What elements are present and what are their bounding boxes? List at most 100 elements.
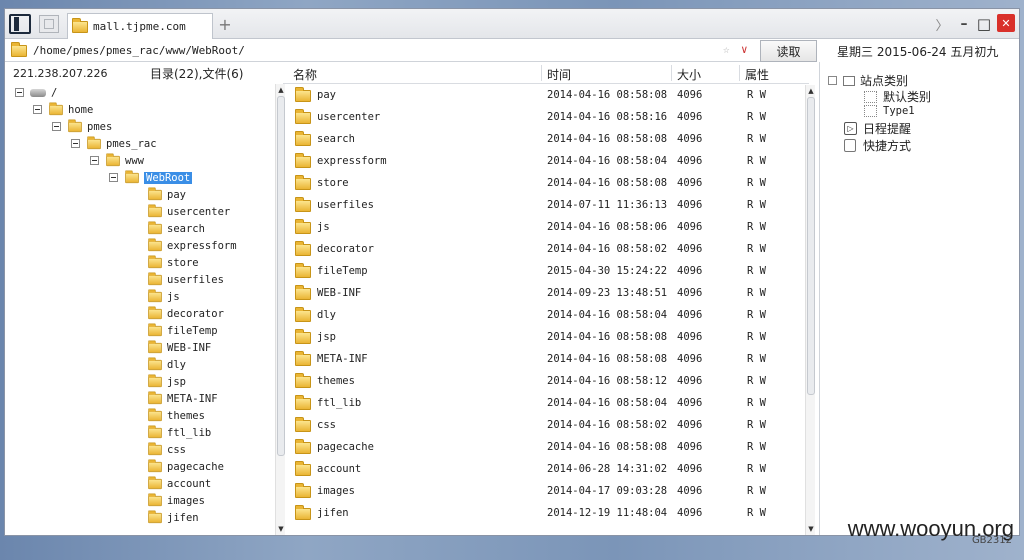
file-size: 4096	[677, 375, 703, 387]
tree-node-child[interactable]: account	[147, 475, 211, 492]
tree-node-home[interactable]: home	[33, 101, 93, 118]
tree-node-child[interactable]: WEB-INF	[147, 339, 211, 356]
panel-toggle-icon[interactable]	[9, 14, 31, 34]
chevron-down-icon[interactable]: ∨	[741, 43, 748, 56]
tree-node-child[interactable]: userfiles	[147, 271, 224, 288]
tree-label-selected: WebRoot	[144, 171, 193, 184]
tree-node-www[interactable]: www	[90, 152, 144, 169]
tree-node-site-category[interactable]: 站点类别	[828, 72, 908, 89]
tree-node-pmes-rac[interactable]: pmes_rac	[71, 135, 157, 152]
table-row[interactable]: jsp 2014-04-16 08:58:08 4096 R W	[283, 327, 805, 349]
tree-node-child[interactable]: images	[147, 492, 205, 509]
tree-node-child[interactable]: jsp	[147, 373, 186, 390]
table-row[interactable]: themes 2014-04-16 08:58:12 4096 R W	[283, 371, 805, 393]
list-scrollbar[interactable]: ▲ ▼	[805, 85, 815, 535]
star-icon[interactable]: ☆	[723, 43, 730, 56]
add-tab-button[interactable]: +	[217, 15, 233, 34]
collapse-icon[interactable]	[828, 76, 837, 85]
file-size: 4096	[677, 397, 703, 409]
scroll-up-icon[interactable]: ▲	[807, 87, 815, 95]
drive-icon	[30, 88, 46, 97]
tab-mall[interactable]: mall.tjpme.com	[67, 13, 213, 39]
tree-node-pmes[interactable]: pmes	[52, 118, 112, 135]
tree-label: decorator	[167, 307, 224, 320]
file-attr: R W	[747, 111, 766, 123]
collapse-icon[interactable]	[33, 105, 42, 114]
table-row[interactable]: search 2014-04-16 08:58:08 4096 R W	[283, 129, 805, 151]
tree-node-child[interactable]: themes	[147, 407, 205, 424]
table-row[interactable]: js 2014-04-16 08:58:06 4096 R W	[283, 217, 805, 239]
new-tab-icon[interactable]	[39, 15, 59, 33]
table-row[interactable]: ftl_lib 2014-04-16 08:58:04 4096 R W	[283, 393, 805, 415]
col-attr[interactable]: 属性	[745, 66, 769, 83]
tree-node-webroot[interactable]: WebRoot	[109, 169, 193, 186]
collapse-icon[interactable]	[15, 88, 24, 97]
file-attr: R W	[747, 133, 766, 145]
tree-node-child[interactable]: jifen	[147, 509, 199, 526]
collapse-icon[interactable]	[52, 122, 61, 131]
forward-icon[interactable]: 〉	[935, 15, 949, 34]
folder-icon	[295, 109, 311, 124]
file-time: 2014-06-28 14:31:02	[547, 463, 668, 475]
scroll-down-icon[interactable]: ▼	[807, 525, 815, 533]
tree-node-child[interactable]: usercenter	[147, 203, 230, 220]
folder-icon	[148, 509, 162, 523]
file-time: 2014-04-17 09:03:28	[547, 485, 668, 497]
tree-node-child[interactable]: search	[147, 220, 205, 237]
folder-icon	[148, 424, 162, 438]
tree-node-child[interactable]: js	[147, 288, 180, 305]
scroll-thumb[interactable]	[807, 97, 815, 395]
tree-node-child[interactable]: fileTemp	[147, 322, 218, 339]
minimize-button[interactable]: –	[957, 15, 971, 33]
tree-node-child[interactable]: pay	[147, 186, 186, 203]
maximize-button[interactable]: □	[977, 15, 991, 33]
table-row[interactable]: usercenter 2014-04-16 08:58:16 4096 R W	[283, 107, 805, 129]
tree-node-child[interactable]: css	[147, 441, 186, 458]
tree-node-child[interactable]: dly	[147, 356, 186, 373]
col-size[interactable]: 大小	[677, 66, 701, 83]
tree-node-child[interactable]: store	[147, 254, 199, 271]
tree-node-default-category[interactable]: 默认类别	[864, 88, 931, 105]
read-button[interactable]: 读取	[760, 40, 817, 62]
tree-node-root[interactable]: /	[15, 84, 57, 101]
collapse-icon[interactable]	[90, 156, 99, 165]
close-button[interactable]: ✕	[997, 14, 1015, 32]
tree-node-type1[interactable]: Type1	[864, 105, 915, 117]
file-manager-window: mall.tjpme.com + 〉 – □ ✕ /home/pmes/pmes…	[4, 8, 1020, 536]
tree-node-shortcuts[interactable]: 快捷方式	[844, 137, 911, 154]
collapse-icon[interactable]	[71, 139, 80, 148]
table-row[interactable]: jifen 2014-12-19 11:48:04 4096 R W	[283, 503, 805, 525]
table-row[interactable]: WEB-INF 2014-09-23 13:48:51 4096 R W	[283, 283, 805, 305]
folder-icon	[295, 131, 311, 146]
folder-icon	[295, 153, 311, 168]
collapse-icon[interactable]	[109, 173, 118, 182]
table-row[interactable]: images 2014-04-17 09:03:28 4096 R W	[283, 481, 805, 503]
file-size: 4096	[677, 463, 703, 475]
table-row[interactable]: pay 2014-04-16 08:58:08 4096 R W	[283, 85, 805, 107]
table-row[interactable]: userfiles 2014-07-11 11:36:13 4096 R W	[283, 195, 805, 217]
tree-node-child[interactable]: META-INF	[147, 390, 218, 407]
file-time: 2014-04-16 08:58:06	[547, 221, 668, 233]
table-row[interactable]: css 2014-04-16 08:58:02 4096 R W	[283, 415, 805, 437]
tree-node-child[interactable]: pagecache	[147, 458, 224, 475]
table-row[interactable]: dly 2014-04-16 08:58:04 4096 R W	[283, 305, 805, 327]
address-bar[interactable]: /home/pmes/pmes_rac/www/WebRoot/ ☆ ∨	[5, 40, 760, 62]
file-name: decorator	[317, 243, 374, 255]
tree-label: /	[51, 86, 58, 99]
table-row[interactable]: pagecache 2014-04-16 08:58:08 4096 R W	[283, 437, 805, 459]
tree-node-child[interactable]: ftl_lib	[147, 424, 211, 441]
col-name[interactable]: 名称	[293, 66, 317, 83]
address-path[interactable]: /home/pmes/pmes_rac/www/WebRoot/	[33, 44, 245, 57]
table-row[interactable]: META-INF 2014-04-16 08:58:08 4096 R W	[283, 349, 805, 371]
table-row[interactable]: expressform 2014-04-16 08:58:04 4096 R W	[283, 151, 805, 173]
tree-node-child[interactable]: expressform	[147, 237, 237, 254]
table-row[interactable]: store 2014-04-16 08:58:08 4096 R W	[283, 173, 805, 195]
file-time: 2014-04-16 08:58:08	[547, 331, 668, 343]
table-row[interactable]: fileTemp 2015-04-30 15:24:22 4096 R W	[283, 261, 805, 283]
table-row[interactable]: decorator 2014-04-16 08:58:02 4096 R W	[283, 239, 805, 261]
tree-node-schedule[interactable]: ▷ 日程提醒	[844, 120, 911, 137]
table-row[interactable]: account 2014-06-28 14:31:02 4096 R W	[283, 459, 805, 481]
col-time[interactable]: 时间	[547, 66, 571, 83]
tree-node-child[interactable]: decorator	[147, 305, 224, 322]
file-name: userfiles	[317, 199, 374, 211]
